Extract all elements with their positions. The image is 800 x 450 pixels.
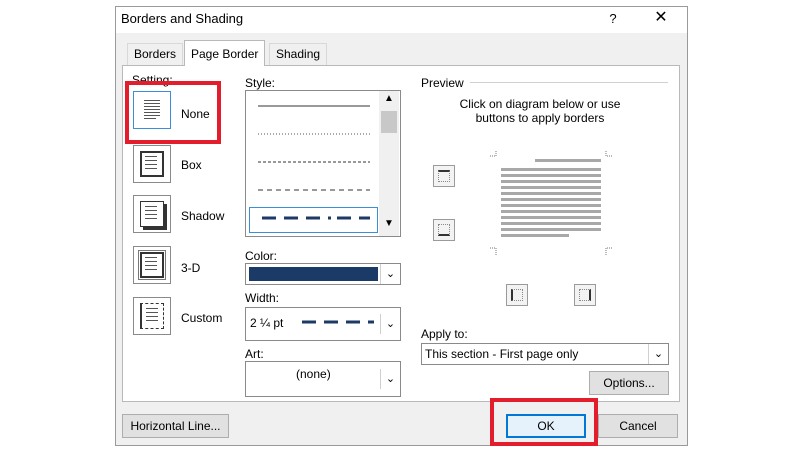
cancel-button[interactable]: Cancel [598, 414, 678, 438]
scroll-down-icon[interactable]: ▼ [379, 218, 399, 234]
width-line-sample [302, 320, 374, 324]
horizontal-line-button[interactable]: Horizontal Line... [122, 414, 229, 438]
setting-shadow-label[interactable]: Shadow [181, 209, 224, 223]
width-value: 2 ¼ pt [250, 316, 284, 330]
top-border-button[interactable] [433, 165, 455, 187]
width-label: Width: [245, 291, 280, 305]
right-border-button[interactable] [574, 284, 596, 306]
scroll-thumb[interactable] [381, 111, 397, 133]
tab-shading[interactable]: Shading [269, 43, 328, 65]
color-label: Color: [245, 249, 278, 263]
apply-to-label: Apply to: [421, 327, 468, 341]
bottom-border-button[interactable] [433, 219, 455, 241]
preview-diagram[interactable] [488, 148, 614, 258]
chevron-down-icon[interactable]: ⌄ [380, 314, 400, 334]
tab-page-border[interactable]: Page Border [184, 40, 266, 66]
scroll-up-icon[interactable]: ▲ [379, 93, 399, 109]
options-button[interactable]: Options... [589, 371, 669, 395]
tab-borders[interactable]: Borders [127, 43, 184, 65]
highlight-box-ok [490, 398, 598, 446]
preview-hint: Click on diagram below or use buttons to… [459, 97, 621, 125]
chevron-down-icon[interactable]: ⌄ [648, 344, 668, 364]
setting-box-icon[interactable] [133, 145, 171, 183]
close-button[interactable]: ✕ [646, 7, 676, 29]
setting-3d-icon[interactable] [133, 246, 171, 284]
setting-custom-icon[interactable] [133, 297, 171, 335]
style-label: Style: [245, 76, 276, 90]
art-label: Art: [245, 347, 264, 361]
highlight-box-none [125, 81, 221, 144]
setting-3d-label[interactable]: 3-D [181, 261, 200, 275]
apply-to-value: This section - First page only [425, 347, 579, 361]
style-selected-highlight [249, 207, 378, 233]
help-button[interactable]: ? [599, 9, 627, 29]
art-value: (none) [296, 367, 331, 381]
preview-divider [470, 82, 668, 83]
color-swatch [249, 267, 378, 281]
dialog-title: Borders and Shading [121, 11, 244, 26]
preview-label: Preview [421, 76, 464, 90]
setting-box-label[interactable]: Box [181, 158, 202, 172]
chevron-down-icon[interactable]: ⌄ [380, 369, 400, 389]
setting-shadow-icon[interactable] [133, 195, 171, 233]
setting-custom-label[interactable]: Custom [181, 311, 222, 325]
left-border-button[interactable] [506, 284, 528, 306]
chevron-down-icon[interactable]: ⌄ [380, 264, 400, 284]
